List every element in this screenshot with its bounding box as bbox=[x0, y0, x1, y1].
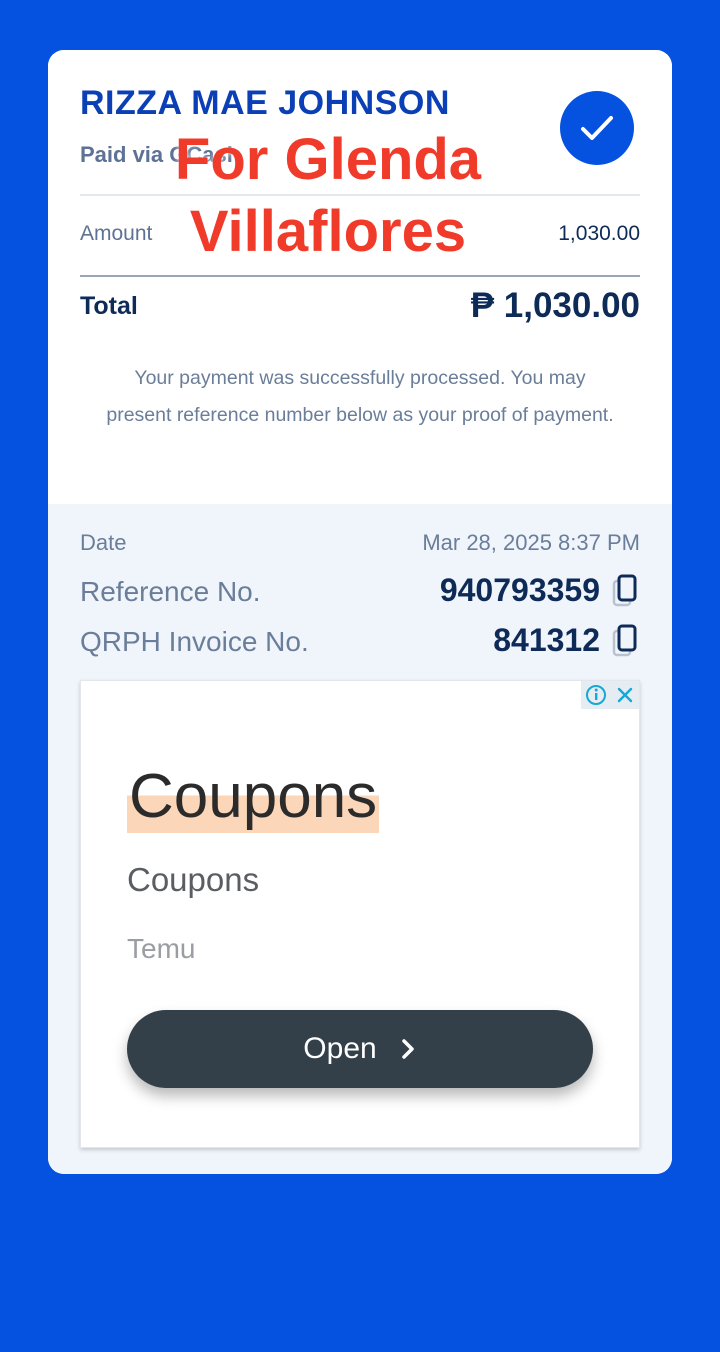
ad-headline[interactable]: Coupons bbox=[127, 761, 380, 833]
ad-description[interactable]: Coupons bbox=[127, 861, 259, 899]
info-icon[interactable] bbox=[585, 684, 607, 706]
close-icon[interactable] bbox=[615, 685, 635, 705]
receipt-card: RIZZA MAE JOHNSON Paid via GCash Amount … bbox=[48, 50, 672, 1174]
success-message: Your payment was successfully processed.… bbox=[106, 367, 614, 426]
chevron-right-icon bbox=[399, 1037, 417, 1061]
divider bbox=[80, 194, 640, 196]
date-value: Mar 28, 2025 8:37 PM bbox=[422, 530, 640, 555]
success-badge bbox=[560, 91, 634, 165]
ad-advertiser[interactable]: Temu bbox=[127, 933, 195, 965]
amount-value: 1,030.00 bbox=[558, 222, 640, 245]
reference-label: Reference No. bbox=[80, 576, 261, 607]
ad-open-button[interactable]: Open bbox=[127, 1010, 593, 1088]
receipt-header: RIZZA MAE JOHNSON Paid via GCash Amount … bbox=[48, 50, 672, 504]
ad-open-label: Open bbox=[303, 1032, 377, 1065]
check-icon bbox=[581, 116, 613, 140]
amount-label: Amount bbox=[80, 222, 153, 245]
screen: RIZZA MAE JOHNSON Paid via GCash Amount … bbox=[0, 0, 720, 1352]
advertisement[interactable]: Coupons Coupons Temu Open bbox=[80, 680, 640, 1148]
payee-name: RIZZA MAE JOHNSON bbox=[80, 84, 450, 122]
total-label: Total bbox=[80, 292, 138, 320]
ad-choices[interactable] bbox=[581, 681, 639, 709]
total-value: ₱ 1,030.00 bbox=[470, 286, 640, 325]
reference-value: 940793359 bbox=[439, 572, 600, 608]
transaction-details: Date Mar 28, 2025 8:37 PM Reference No. … bbox=[48, 504, 672, 1174]
divider bbox=[80, 275, 640, 277]
watermark-line-2: Villaflores bbox=[189, 199, 467, 264]
date-label: Date bbox=[80, 530, 127, 555]
copy-invoice-icon[interactable] bbox=[612, 624, 638, 658]
copy-reference-icon[interactable] bbox=[612, 574, 638, 608]
invoice-value: 841312 bbox=[493, 622, 600, 658]
payment-method: Paid via GCash bbox=[80, 142, 241, 167]
invoice-label: QRPH Invoice No. bbox=[80, 626, 309, 657]
